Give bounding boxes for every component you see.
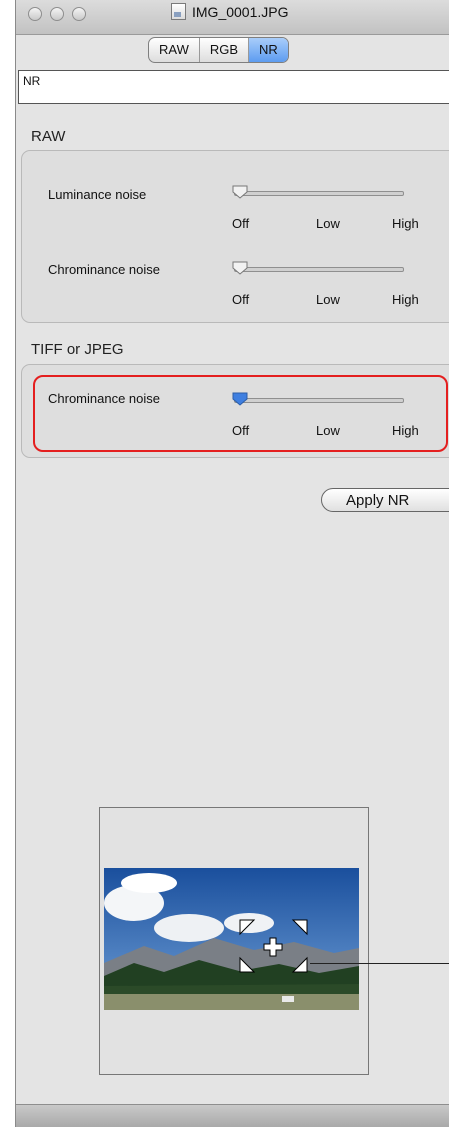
apply-nr-button[interactable]: Apply NR xyxy=(321,488,449,512)
raw-section-label: RAW xyxy=(31,128,66,145)
bottom-bar xyxy=(16,1104,449,1127)
tiff-jpeg-section-label: TIFF or JPEG xyxy=(31,341,124,358)
tab-rgb[interactable]: RGB xyxy=(200,38,250,62)
slider-thumb[interactable] xyxy=(232,261,248,275)
minimize-button[interactable] xyxy=(50,7,64,21)
nr-window: IMG_0001.JPG RAW RGB NR NR RAW Luminance… xyxy=(15,0,449,1127)
window-title-group: IMG_0001.JPG xyxy=(171,3,289,20)
slider-thumb[interactable] xyxy=(232,185,248,199)
luminance-noise-label: Luminance noise xyxy=(48,187,147,202)
tab-raw[interactable]: RAW xyxy=(149,38,200,62)
raw-chrominance-noise-slider[interactable] xyxy=(232,261,404,275)
callout-line xyxy=(310,963,449,964)
window-title: IMG_0001.JPG xyxy=(192,3,289,20)
tab-bar: RAW RGB NR xyxy=(148,37,289,63)
zoom-button[interactable] xyxy=(72,7,86,21)
close-button[interactable] xyxy=(28,7,42,21)
settings-name-field[interactable]: NR xyxy=(18,70,449,104)
tick-low: Low xyxy=(316,292,340,307)
landscape-image xyxy=(104,868,359,1010)
luminance-noise-slider[interactable] xyxy=(232,185,404,199)
highlight-box xyxy=(33,375,448,452)
tick-high: High xyxy=(392,292,419,307)
title-bar[interactable]: IMG_0001.JPG xyxy=(16,0,449,35)
tick-off: Off xyxy=(232,292,250,307)
navigator-thumbnail[interactable] xyxy=(104,868,359,1010)
apply-nr-label: Apply NR xyxy=(346,492,410,509)
document-icon xyxy=(171,3,186,20)
tick-low: Low xyxy=(316,216,340,231)
tab-nr[interactable]: NR xyxy=(249,38,288,62)
tick-off: Off xyxy=(232,216,250,231)
tick-high: High xyxy=(392,216,419,231)
raw-chrominance-noise-label: Chrominance noise xyxy=(48,262,161,277)
